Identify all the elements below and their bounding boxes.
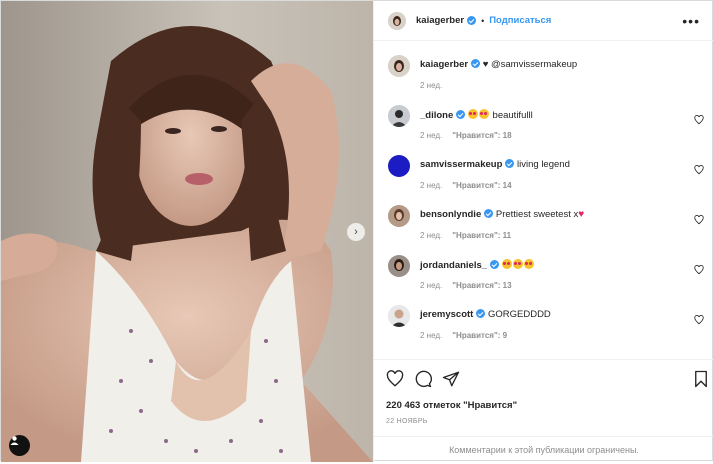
time-label: 2 нед. <box>420 81 443 90</box>
caption-time: 2 нед. <box>420 81 442 90</box>
avatar[interactable] <box>388 305 410 327</box>
heart-icon[interactable] <box>694 165 704 175</box>
avatar[interactable] <box>388 105 410 127</box>
caption-username[interactable]: kaiagerber <box>420 59 468 70</box>
comments-closed-notice: Комментарии к этой публикации ограничены… <box>374 436 713 463</box>
avatar[interactable] <box>388 205 410 227</box>
comment-row: jeremyscott GORGEDDDD 2 нед. "Нравится": … <box>388 305 708 349</box>
heart-eyes-emoji-icon <box>512 259 523 269</box>
verified-badge-icon <box>456 110 466 119</box>
heart-eyes-emoji-icon <box>523 259 534 269</box>
bookmark-icon[interactable] <box>692 370 710 388</box>
chevron-right-icon: › <box>354 226 358 238</box>
comment-row: _dilone beautifulll 2 нед. "Нравится": 18 <box>388 105 708 149</box>
heart-icon[interactable] <box>694 115 704 125</box>
comment-text: bensonlyndie Prettiest sweetest x♥ <box>420 209 584 221</box>
comment-username[interactable]: _dilone <box>420 110 453 121</box>
post-actions: 220 463 отметок "Нравится" 22 НОЯБРЬ Ком… <box>374 359 713 462</box>
comment-likes-link[interactable]: "Нравится": 13 <box>452 281 511 290</box>
heart-eyes-emoji-icon <box>478 109 489 119</box>
comment-body: living legend <box>517 159 570 170</box>
comment-row: jordandaniels_ 2 нед. "Нравится": 13 <box>388 255 708 299</box>
comment-row: samvissermakeup living legend 2 нед. "Нра… <box>388 155 708 199</box>
verified-badge-icon <box>484 209 494 218</box>
tagged-people-button[interactable] <box>9 435 30 456</box>
separator-dot: • <box>481 15 485 26</box>
heart-icon[interactable] <box>694 315 704 325</box>
comment-likes-link[interactable]: "Нравится": 14 <box>452 181 511 190</box>
verified-badge-icon <box>490 260 500 269</box>
heart-icon[interactable] <box>386 370 404 388</box>
comment-meta: 2 нед. "Нравится": 9 <box>420 331 507 340</box>
caption-body: ♥ @samvissermakeup <box>482 59 578 70</box>
time-label: 2 нед. <box>420 281 443 290</box>
heart-icon[interactable] <box>694 265 704 275</box>
comment-text: samvissermakeup living legend <box>420 159 570 171</box>
red-heart-emoji-icon: ♥ <box>578 209 585 220</box>
heart-eyes-emoji-icon <box>467 109 478 119</box>
caption: kaiagerber ♥ @samvissermakeup 2 нед. <box>388 55 708 99</box>
avatar[interactable] <box>388 255 410 277</box>
photo-image <box>1 1 373 462</box>
avatar[interactable] <box>388 11 406 30</box>
comment-meta: 2 нед. "Нравится": 11 <box>420 231 511 240</box>
post-date: 22 НОЯБРЬ <box>386 418 428 425</box>
comment-likes-link[interactable]: "Нравится": 9 <box>452 331 507 340</box>
comment-username[interactable]: samvissermakeup <box>420 159 502 170</box>
next-photo-button[interactable]: › <box>347 223 365 241</box>
more-options-icon[interactable]: ••• <box>682 13 700 29</box>
person-tag-icon <box>10 436 19 445</box>
likes-count[interactable]: 220 463 отметок "Нравится" <box>386 400 517 411</box>
time-label: 2 нед. <box>420 181 443 190</box>
comment-body: Prettiest sweetest x <box>495 209 579 220</box>
share-icon[interactable] <box>442 370 460 388</box>
verified-badge-icon <box>476 309 486 318</box>
comment-likes-link[interactable]: "Нравится": 18 <box>452 131 511 140</box>
comment-username[interactable]: jeremyscott <box>420 309 473 320</box>
time-label: 2 нед. <box>420 131 443 140</box>
heart-icon[interactable] <box>694 215 704 225</box>
comment-meta: 2 нед. "Нравится": 18 <box>420 131 512 140</box>
comment-text: jordandaniels_ <box>420 259 535 272</box>
time-label: 2 нед. <box>420 231 443 240</box>
post-photo[interactable]: › <box>1 1 373 462</box>
verified-badge-icon <box>467 16 477 25</box>
avatar[interactable] <box>388 55 410 77</box>
comment-likes-link[interactable]: "Нравится": 11 <box>452 231 511 240</box>
comment-username[interactable]: jordandaniels_ <box>420 260 487 271</box>
verified-badge-icon <box>505 159 515 168</box>
comment-meta: 2 нед. "Нравится": 13 <box>420 281 512 290</box>
comment-row: bensonlyndie Prettiest sweetest x♥ 2 нед… <box>388 205 708 249</box>
comment-text: _dilone beautifulll <box>420 109 533 122</box>
comments-list: kaiagerber ♥ @samvissermakeup 2 нед. _di… <box>374 41 713 359</box>
comment-body: GORGEDDDD <box>487 309 551 320</box>
header-username[interactable]: kaiagerber <box>416 15 464 26</box>
caption-text: kaiagerber ♥ @samvissermakeup <box>420 59 577 71</box>
comment-text: jeremyscott GORGEDDDD <box>420 309 551 321</box>
follow-button[interactable]: Подписаться <box>489 15 551 26</box>
post-header: kaiagerber • Подписаться ••• <box>374 1 713 41</box>
post-side-panel: kaiagerber • Подписаться ••• kaiagerber … <box>373 1 713 462</box>
instagram-post: › kaiagerber • Подписаться ••• kaiagerbe… <box>0 0 713 462</box>
comment-body: beautifulll <box>492 110 533 121</box>
comment-icon[interactable] <box>414 370 432 388</box>
comment-username[interactable]: bensonlyndie <box>420 209 481 220</box>
avatar[interactable] <box>388 155 410 177</box>
heart-eyes-emoji-icon <box>501 259 512 269</box>
time-label: 2 нед. <box>420 331 443 340</box>
comment-meta: 2 нед. "Нравится": 14 <box>420 181 512 190</box>
verified-badge-icon <box>471 59 481 68</box>
